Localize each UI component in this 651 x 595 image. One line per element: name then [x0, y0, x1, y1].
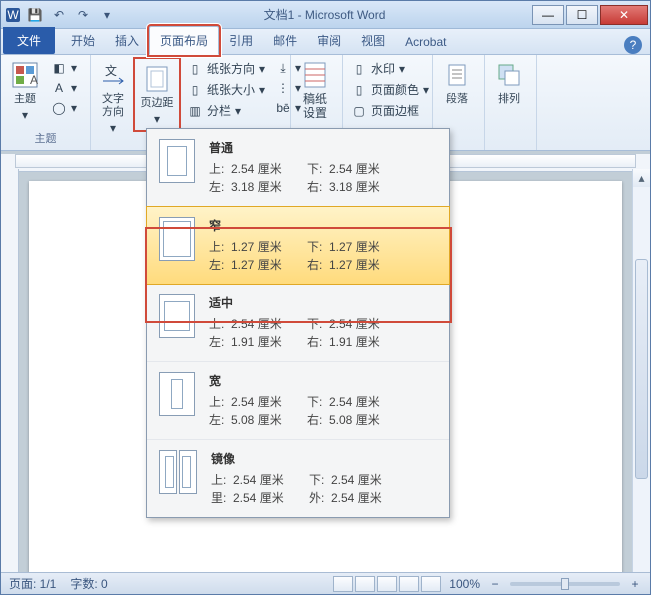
svg-text:文: 文	[105, 63, 117, 78]
tab-acrobat[interactable]: Acrobat	[395, 30, 456, 54]
page-borders-button[interactable]: ▢页面边框	[347, 101, 433, 120]
watermark-button[interactable]: ▯水印 ▾	[347, 59, 433, 78]
minimize-button[interactable]: —	[532, 5, 564, 25]
zoom-out[interactable]: −	[488, 577, 502, 591]
qat-save[interactable]: 💾	[25, 5, 45, 25]
margins-thumb-icon	[159, 217, 195, 261]
columns-icon: ▥	[187, 103, 203, 119]
chevron-down-icon: ▾	[22, 108, 28, 122]
margins-option-普通[interactable]: 普通上:2.54 厘米下:2.54 厘米左:3.18 厘米右:3.18 厘米	[147, 129, 449, 207]
page-color-icon: ▯	[351, 82, 367, 98]
view-read[interactable]	[355, 576, 375, 592]
themes-icon: A	[9, 59, 41, 91]
qat-customize[interactable]: ▾	[97, 5, 117, 25]
zoom-in[interactable]: +	[628, 577, 642, 591]
view-draft[interactable]	[421, 576, 441, 592]
tab-page-layout[interactable]: 页面布局	[149, 26, 219, 55]
margins-option-镜像[interactable]: 镜像上:2.54 厘米下:2.54 厘米里:2.54 厘米外:2.54 厘米	[147, 440, 449, 517]
status-page[interactable]: 页面: 1/1	[9, 575, 56, 592]
tab-mail[interactable]: 邮件	[263, 27, 307, 54]
view-outline[interactable]	[399, 576, 419, 592]
columns-button[interactable]: ▥分栏 ▾	[183, 101, 269, 120]
scrollbar-vertical[interactable]: ▴	[632, 169, 650, 572]
tab-insert[interactable]: 插入	[105, 27, 149, 54]
margins-option-title: 普通	[209, 139, 437, 156]
page-color-button[interactable]: ▯页面颜色 ▾	[347, 80, 433, 99]
margins-option-宽[interactable]: 宽上:2.54 厘米下:2.54 厘米左:5.08 厘米右:5.08 厘米	[147, 362, 449, 440]
margins-option-适中[interactable]: 适中上:2.54 厘米下:2.54 厘米左:1.91 厘米右:1.91 厘米	[147, 284, 449, 362]
orientation-icon: ▯	[187, 61, 203, 77]
stationery-button[interactable]: 稿纸设置	[295, 57, 335, 123]
margins-thumb-icon	[159, 450, 197, 494]
theme-effects[interactable]: ◯▾	[47, 99, 81, 117]
status-bar: 页面: 1/1 字数: 0 100% − +	[1, 572, 650, 594]
tab-view[interactable]: 视图	[351, 27, 395, 54]
paragraph-icon	[441, 59, 473, 91]
arrange-icon	[493, 59, 525, 91]
size-icon: ▯	[187, 82, 203, 98]
text-direction-button[interactable]: 文 文字方向▾	[95, 57, 131, 137]
status-words[interactable]: 字数: 0	[70, 575, 107, 592]
scroll-thumb[interactable]	[635, 259, 648, 479]
watermark-icon: ▯	[351, 61, 367, 77]
paragraph-button[interactable]: 段落	[437, 57, 477, 108]
view-buttons	[333, 576, 441, 592]
qat-undo[interactable]: ↶	[49, 5, 69, 25]
file-tab[interactable]: 文件	[3, 27, 55, 54]
zoom-slider[interactable]	[510, 582, 620, 586]
arrange-button[interactable]: 排列	[489, 57, 529, 108]
view-web[interactable]	[377, 576, 397, 592]
app-icon: W	[5, 7, 21, 23]
theme-colors[interactable]: ◧▾	[47, 59, 81, 77]
margins-icon	[141, 63, 173, 95]
margins-option-title: 宽	[209, 372, 437, 389]
margins-option-title: 适中	[209, 294, 437, 311]
title-bar: W 💾 ↶ ↷ ▾ 文档1 - Microsoft Word — ☐ ✕	[1, 1, 650, 29]
ruler-vertical[interactable]	[1, 169, 19, 572]
view-print[interactable]	[333, 576, 353, 592]
tab-refs[interactable]: 引用	[219, 27, 263, 54]
tab-home[interactable]: 开始	[61, 27, 105, 54]
theme-fonts[interactable]: A▾	[47, 79, 81, 97]
themes-button[interactable]: A 主题 ▾	[5, 57, 45, 124]
stationery-icon	[299, 59, 331, 91]
svg-text:W: W	[7, 8, 19, 22]
margins-thumb-icon	[159, 294, 195, 338]
orientation-button[interactable]: ▯纸张方向 ▾	[183, 59, 269, 78]
tab-review[interactable]: 审阅	[307, 27, 351, 54]
margins-thumb-icon	[159, 139, 195, 183]
margins-dropdown: 普通上:2.54 厘米下:2.54 厘米左:3.18 厘米右:3.18 厘米窄上…	[146, 128, 450, 518]
ribbon-tabs: 文件 开始 插入 页面布局 引用 邮件 审阅 视图 Acrobat ?	[1, 29, 650, 55]
svg-text:A: A	[30, 73, 38, 87]
close-button[interactable]: ✕	[600, 5, 648, 25]
size-button[interactable]: ▯纸张大小 ▾	[183, 80, 269, 99]
scroll-up-icon[interactable]: ▴	[633, 169, 650, 187]
maximize-button[interactable]: ☐	[566, 5, 598, 25]
text-direction-icon: 文	[97, 59, 129, 91]
margins-option-title: 窄	[209, 217, 437, 234]
margins-option-窄[interactable]: 窄上:1.27 厘米下:1.27 厘米左:1.27 厘米右:1.27 厘米	[146, 206, 450, 285]
help-icon[interactable]: ?	[624, 36, 642, 54]
qat-redo[interactable]: ↷	[73, 5, 93, 25]
margins-thumb-icon	[159, 372, 195, 416]
page-borders-icon: ▢	[351, 103, 367, 119]
zoom-value[interactable]: 100%	[449, 577, 480, 591]
window-title: 文档1 - Microsoft Word	[117, 6, 532, 23]
margins-option-title: 镜像	[211, 450, 437, 467]
margins-button[interactable]: 页边距▾	[137, 61, 177, 128]
